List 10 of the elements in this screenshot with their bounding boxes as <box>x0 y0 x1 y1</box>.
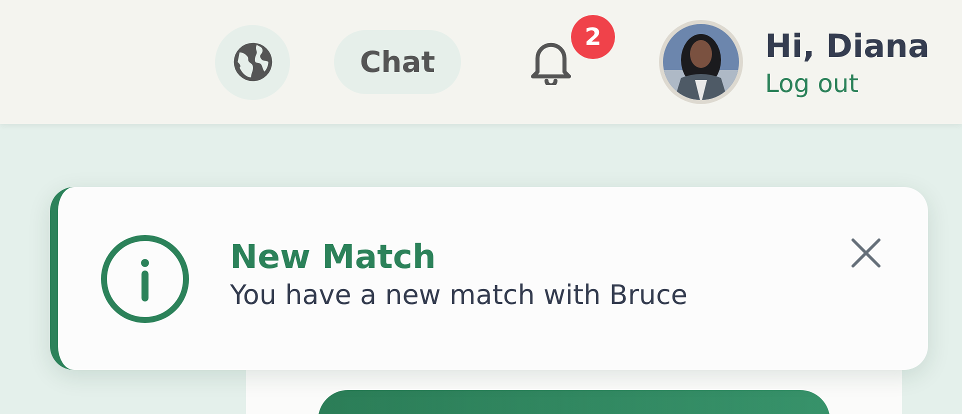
close-icon[interactable] <box>850 236 882 268</box>
notifications-button[interactable]: 2 <box>531 15 615 85</box>
logout-link[interactable]: Log out <box>765 68 930 98</box>
info-icon <box>100 234 190 324</box>
chat-button[interactable]: Chat <box>334 30 461 94</box>
toast-title: New Match <box>230 236 437 276</box>
notification-badge: 2 <box>571 15 615 59</box>
toast-message: You have a new match with Bruce <box>230 280 688 310</box>
bell-icon <box>531 41 571 85</box>
greeting-text: Hi, Diana <box>765 26 930 64</box>
